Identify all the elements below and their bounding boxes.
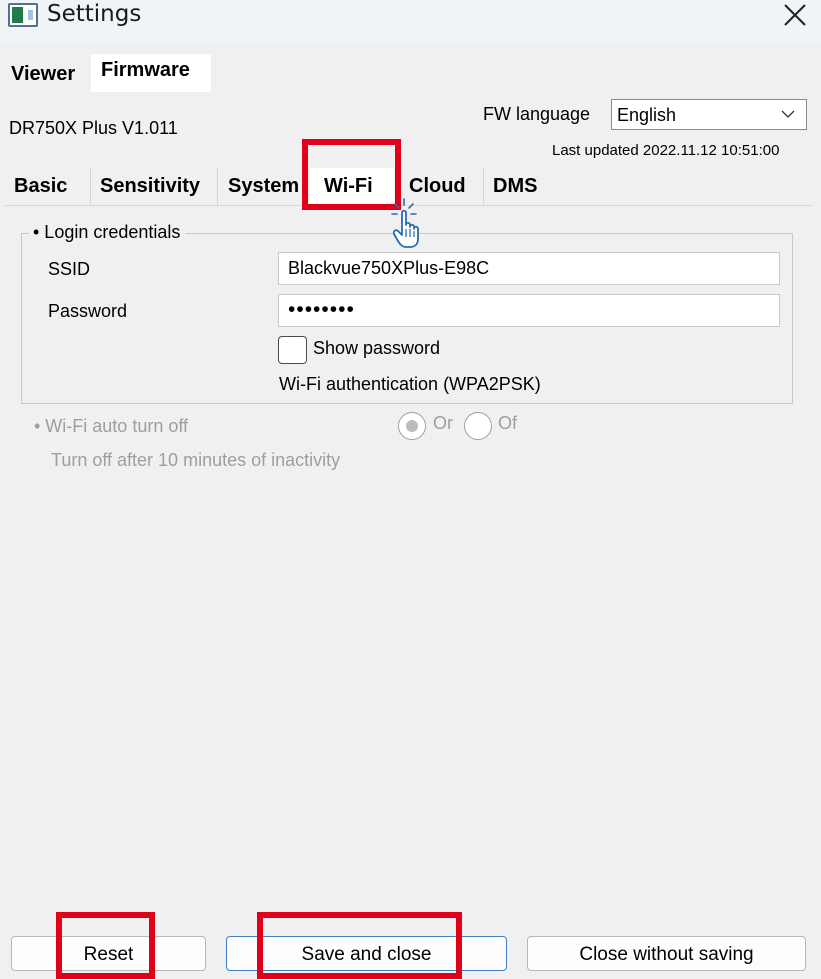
fw-language-label: FW language [483, 104, 591, 124]
last-updated-text: Last updated 2022.11.12 10:51:00 [552, 142, 780, 159]
ssid-label: SSID [48, 259, 91, 279]
tab-firmware[interactable]: Firmware [91, 54, 211, 92]
password-label: Password [48, 301, 128, 321]
tab-divider [483, 168, 484, 205]
show-password-checkbox[interactable] [278, 336, 307, 364]
close-icon[interactable] [772, 0, 818, 32]
tab-wifi[interactable]: Wi-Fi [310, 168, 394, 205]
tab-dms[interactable]: DMS [483, 168, 566, 205]
ssid-field[interactable]: Blackvue750XPlus-E98C [278, 252, 780, 285]
wifi-auto-turn-off-title: • Wi-Fi auto turn off [34, 416, 189, 436]
title-bar: Settings [0, 0, 821, 44]
tab-basic[interactable]: Basic [4, 168, 90, 205]
app-icon [8, 3, 38, 27]
auto-off-off-label: Of [498, 413, 518, 433]
tab-sensitivity[interactable]: Sensitivity [90, 168, 217, 205]
chevron-down-icon [781, 110, 795, 118]
tab-viewer[interactable]: Viewer [4, 57, 91, 91]
tab-divider [90, 168, 91, 205]
auto-off-description: Turn off after 10 minutes of inactivity [51, 450, 341, 470]
show-password-label[interactable]: Show password [313, 338, 440, 359]
window-title: Settings [47, 1, 142, 27]
fw-language-value: English [617, 105, 677, 125]
auto-off-off-radio[interactable] [464, 412, 492, 440]
save-and-close-button[interactable]: Save and close [226, 936, 507, 971]
hand-pointer-icon [391, 198, 419, 248]
tab-system[interactable]: System [217, 168, 310, 205]
login-credentials-title: • Login credentials [29, 222, 186, 243]
auto-off-on-label: Or [433, 413, 453, 433]
wifi-authentication-text: Wi-Fi authentication (WPA2PSK) [279, 374, 541, 394]
device-model-version: DR750X Plus V1.011 [9, 118, 178, 138]
auto-off-on-radio[interactable] [398, 412, 426, 440]
close-without-saving-button[interactable]: Close without saving [527, 936, 806, 971]
fw-language-select[interactable]: English [611, 99, 807, 130]
password-field[interactable]: •••••••• [278, 294, 780, 327]
reset-button[interactable]: Reset [11, 936, 206, 971]
tab-divider [217, 168, 218, 205]
